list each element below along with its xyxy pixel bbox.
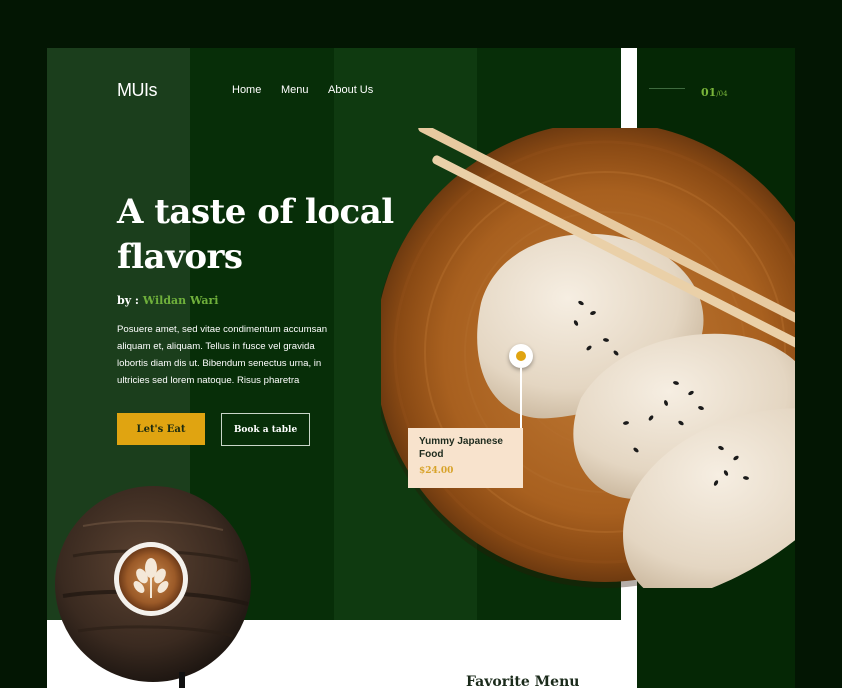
author-line: by : Wildan Wari bbox=[117, 294, 218, 307]
hero-card: MUIs Home Menu About Us 01/04 A taste of… bbox=[47, 48, 795, 688]
lets-eat-button[interactable]: Let's Eat bbox=[117, 413, 205, 445]
book-table-button[interactable]: Book a table bbox=[221, 413, 310, 446]
slide-current: 01 bbox=[701, 86, 717, 99]
featured-item-name: Yummy Japanese Food bbox=[419, 436, 503, 460]
dumplings-plate-image bbox=[381, 128, 795, 588]
nav-menu[interactable]: Menu bbox=[281, 84, 309, 96]
nav-home[interactable]: Home bbox=[232, 84, 261, 96]
favorite-menu-title: Favorite Menu bbox=[466, 674, 580, 688]
hero-description: Posuere amet, sed vitae condimentum accu… bbox=[117, 324, 328, 386]
author-prefix: by : bbox=[117, 294, 143, 307]
hotspot-marker[interactable] bbox=[509, 344, 533, 368]
featured-item-price: $24.00 bbox=[419, 466, 454, 476]
brand-logo[interactable]: MUIs bbox=[117, 80, 158, 101]
slide-total: /04 bbox=[716, 90, 728, 98]
author-name[interactable]: Wildan Wari bbox=[143, 294, 219, 307]
slide-counter: 01/04 bbox=[701, 81, 728, 100]
nav-about-us[interactable]: About Us bbox=[328, 84, 373, 96]
hero-title: A taste of local flavors bbox=[117, 192, 394, 277]
featured-item-card[interactable]: Yummy Japanese Food $24.00 bbox=[408, 428, 523, 488]
hotspot-connector bbox=[520, 368, 522, 430]
coffee-table-image bbox=[55, 486, 251, 688]
slide-indicator-line bbox=[649, 88, 685, 89]
